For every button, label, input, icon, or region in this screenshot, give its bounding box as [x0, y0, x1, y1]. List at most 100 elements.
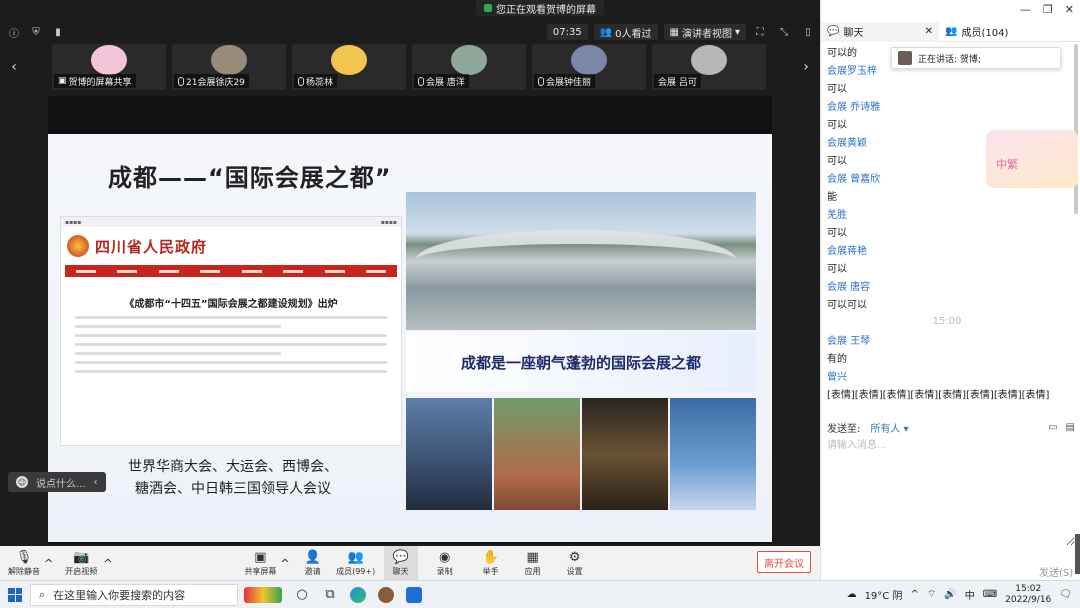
- send-button[interactable]: 发送(S): [1039, 564, 1073, 579]
- prev-participants-button[interactable]: ‹: [0, 42, 28, 92]
- members-button[interactable]: 👥 成员(99+): [336, 546, 376, 580]
- share-options-caret[interactable]: ^: [280, 557, 289, 570]
- taskbar-app-game[interactable]: [238, 581, 288, 608]
- file-icon[interactable]: ▤: [1066, 422, 1075, 433]
- tab-members[interactable]: 👥 成员(104): [939, 22, 1071, 42]
- gov-article-title: 《成都市“十四五”国际会展之都建设规划》出炉: [124, 299, 338, 310]
- gov-text-line: [75, 370, 387, 373]
- city-photo: [670, 398, 756, 510]
- city-photo: [406, 398, 492, 510]
- participant-name-tag: 会展钟佳丽: [534, 74, 596, 88]
- media-icon: [378, 586, 394, 603]
- signal-icon[interactable]: ▮: [50, 24, 66, 40]
- invite-button[interactable]: 👤 邀请: [298, 546, 328, 580]
- folder-icon[interactable]: ▭: [1048, 422, 1057, 433]
- weather-icon: ☁: [846, 589, 857, 600]
- notification-icon[interactable]: 🗨: [1059, 589, 1072, 600]
- chat-scrollbar[interactable]: [1074, 44, 1078, 214]
- participant-name: 会展 吕可: [658, 77, 697, 88]
- taskbar-search[interactable]: ⌕ 在这里输入你要搜索的内容: [30, 583, 238, 606]
- avatar: [571, 45, 607, 75]
- mic-icon: [178, 76, 184, 86]
- weather-text[interactable]: 19°C 阴: [865, 587, 903, 602]
- chevron-left-icon[interactable]: ‹: [94, 477, 98, 488]
- side-panel-tabs: 💬 聊天 ✕ 👥 成员(104): [821, 21, 1080, 42]
- taskbar-app-media[interactable]: [372, 581, 400, 608]
- participant-tile[interactable]: ▣ 贺博的屏幕共享: [52, 44, 166, 90]
- chevron-right-icon: ›: [803, 59, 809, 75]
- chat-message-text: 可以可以: [827, 299, 867, 311]
- meeting-area: 您正在观看贺博的屏幕 ⓘ ⛨ ▮ 07:35 👥 0人看过 ▦ 演讲者视图 ▾ ⛶ ⤡…: [0, 0, 820, 580]
- avatar: [211, 45, 247, 75]
- info-icon[interactable]: ⓘ: [6, 24, 22, 40]
- input-scrollbar[interactable]: [1075, 534, 1080, 574]
- members-label: 成员(99+): [336, 566, 376, 576]
- raise-hand-button[interactable]: ✋ 举手: [476, 546, 506, 580]
- participant-tile[interactable]: 会展 唐洋: [412, 44, 526, 90]
- fullscreen-icon[interactable]: ⛶: [752, 24, 768, 40]
- participant-tile[interactable]: 会展钟佳丽: [532, 44, 646, 90]
- video-options-caret[interactable]: ^: [103, 557, 112, 570]
- chat-message-text: 可以: [827, 83, 847, 95]
- mic-muted-icon: 🎙: [15, 550, 33, 565]
- taskbar-app-edge[interactable]: [344, 581, 372, 608]
- shared-screen: 成都——“国际会展之都” ▪▪▪▪ ▪▪▪▪ 四川省人民政府 《成都市“十四五”国…: [48, 96, 772, 544]
- participant-tile[interactable]: 21会展徐庆29: [172, 44, 286, 90]
- mic-icon: [538, 76, 544, 86]
- chat-input[interactable]: [827, 436, 1075, 546]
- next-participants-button[interactable]: ›: [792, 42, 820, 92]
- collapse-icon[interactable]: ⤡: [776, 24, 792, 40]
- tab-chat[interactable]: 💬 聊天 ✕: [821, 21, 939, 42]
- convention-roof-shape: [416, 230, 736, 290]
- volume-icon[interactable]: 🔊: [944, 589, 956, 600]
- chat-tools: ▭ ▤: [1048, 422, 1075, 433]
- record-button[interactable]: ◉ 录制: [430, 546, 460, 580]
- start-video-button[interactable]: 📷 开启视频: [59, 546, 103, 580]
- taskbar-app-explorer[interactable]: ⧉: [316, 581, 344, 608]
- grid-icon: ▦: [669, 26, 679, 38]
- avatar: [898, 51, 912, 65]
- shield-icon[interactable]: ⛨: [28, 24, 44, 40]
- send-to-select[interactable]: 所有人 ▾: [870, 420, 908, 435]
- side-panel: — ❐ ✕ 💬 聊天 ✕ 👥 成员(104) 正在讲话: 贺博; 中繁 可以的会…: [820, 0, 1080, 580]
- chat-sender-name: 会展 王琴: [827, 335, 871, 347]
- avatar: [331, 45, 367, 75]
- participant-name-tag: 杨蕊林: [294, 74, 338, 88]
- close-icon[interactable]: ✕: [1065, 3, 1074, 16]
- taskbar-app-meeting[interactable]: [400, 581, 428, 608]
- viewers-count: 0人看过: [615, 28, 652, 40]
- windows-logo-icon: [8, 587, 22, 602]
- sticker-image: 中繁: [986, 130, 1078, 188]
- sidebar-toggle-icon[interactable]: ▯: [800, 24, 816, 40]
- viewers-button[interactable]: 👥 0人看过: [593, 24, 658, 40]
- close-icon[interactable]: ✕: [925, 26, 933, 37]
- settings-button[interactable]: ⚙ 设置: [560, 546, 590, 580]
- task-view-button[interactable]: ○: [288, 581, 316, 608]
- send-to-value: 所有人: [870, 423, 901, 435]
- keyboard-icon[interactable]: ⌨: [983, 589, 997, 600]
- participant-tile[interactable]: 杨蕊林: [292, 44, 406, 90]
- network-icon[interactable]: ⌔: [927, 588, 936, 601]
- chat-button[interactable]: 💬 聊天: [383, 546, 418, 580]
- system-clock[interactable]: 15:02 2022/9/16: [1005, 584, 1051, 606]
- participant-tile[interactable]: 会展 吕可: [652, 44, 766, 90]
- meeting-toolbar: 🎙 解除静音 ^ 📷 开启视频 ^ ▣ 共享屏幕 ^ 👤 邀请 👥 成员(99+) 💬 聊天…: [0, 546, 820, 580]
- minimize-icon[interactable]: —: [1020, 3, 1031, 16]
- mic-options-caret[interactable]: ^: [44, 557, 53, 570]
- apps-button[interactable]: ▦ 应用: [518, 546, 548, 580]
- start-button[interactable]: [0, 581, 30, 608]
- unmute-button[interactable]: 🎙 解除静音: [4, 546, 44, 580]
- ime-indicator[interactable]: 中: [965, 587, 975, 602]
- leave-meeting-button[interactable]: 离开会议: [757, 551, 811, 573]
- restore-icon[interactable]: ❐: [1043, 3, 1053, 16]
- send-target-row: 发送至: 所有人 ▾ ▭ ▤: [827, 418, 1075, 436]
- chevron-up-icon[interactable]: ^: [910, 589, 918, 600]
- mic-icon: [418, 76, 424, 86]
- view-mode-select[interactable]: ▦ 演讲者视图 ▾: [663, 24, 746, 40]
- say-something-text: 说点什么...: [36, 478, 86, 490]
- say-something-bubble[interactable]: ☺ 说点什么... ‹: [8, 472, 106, 492]
- share-screen-button[interactable]: ▣ 共享屏幕: [240, 546, 280, 580]
- task-view-icon: ⧉: [325, 587, 335, 602]
- speaking-text: 正在讲话: 贺博;: [918, 54, 981, 65]
- members-icon: 👥: [347, 550, 364, 565]
